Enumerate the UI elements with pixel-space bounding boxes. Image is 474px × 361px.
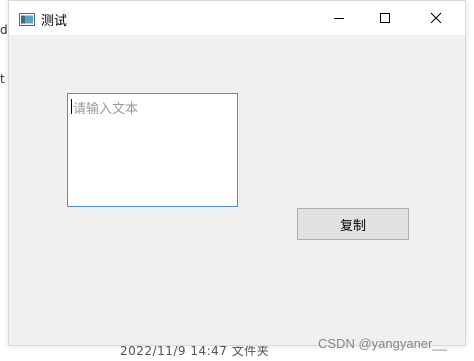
background-text: t: [0, 72, 5, 86]
screen: d t 2022/11/9 14:47 文件夹 测试 请输入文本 复制 CSDN…: [0, 0, 474, 361]
minimize-icon: [333, 9, 345, 28]
minimize-button[interactable]: [316, 1, 362, 35]
copy-button[interactable]: 复制: [297, 208, 409, 240]
text-input-area[interactable]: 请输入文本: [67, 93, 238, 207]
text-input-placeholder: 请输入文本: [73, 102, 139, 117]
window-app-icon: [19, 11, 35, 26]
title-bar[interactable]: 测试: [9, 1, 465, 35]
text-caret: [71, 99, 72, 114]
maximize-icon: [379, 9, 391, 28]
close-button[interactable]: [413, 1, 459, 35]
window-title: 测试: [41, 14, 68, 29]
watermark: CSDN @yangyaner__: [318, 336, 447, 351]
background-text: d: [0, 23, 8, 37]
maximize-button[interactable]: [362, 1, 408, 35]
close-icon: [430, 9, 442, 28]
app-window: 测试 请输入文本 复制: [8, 0, 466, 346]
copy-button-label: 复制: [339, 218, 366, 234]
